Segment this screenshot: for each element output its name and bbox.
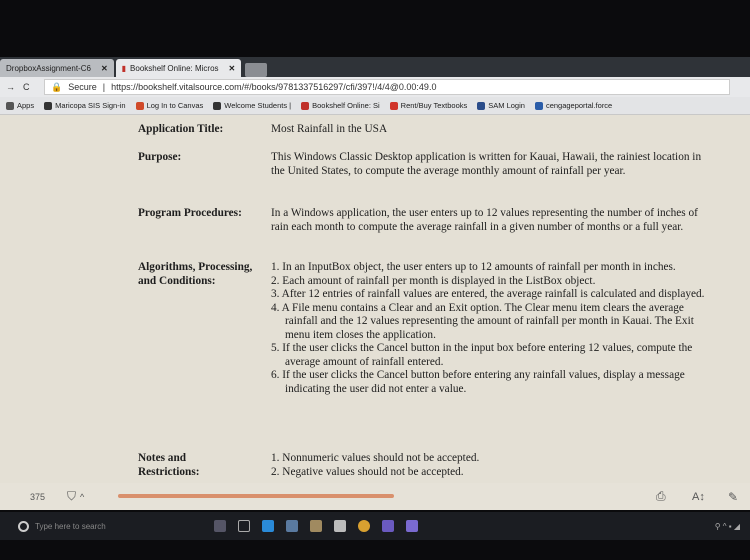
value: Most Rainfall in the USA	[271, 123, 388, 135]
url-input[interactable]: 🔒 Secure | https://bookshelf.vitalsource.co…	[44, 79, 730, 95]
bookmark-favicon-icon	[389, 102, 398, 110]
bookmark-item[interactable]: SAM Login	[477, 101, 525, 110]
list-item: 1. Nonnumeric values should not be accep…	[271, 452, 480, 464]
algorithm-list: 1. In an InputBox object, the user enter…	[271, 261, 708, 396]
value: This Windows Classic Desktop application…	[271, 151, 702, 177]
bookmark-item[interactable]: Log In to Canvas	[135, 100, 204, 110]
tab-dropbox[interactable]: DropboxAssignment-C6 ✕	[0, 59, 114, 77]
lock-icon: 🔒	[51, 81, 63, 92]
tab-label: DropboxAssignment-C6	[6, 63, 91, 73]
label: Purpose:	[138, 151, 182, 163]
label: Notes and Restrictions:	[138, 452, 200, 478]
progress-fill	[118, 494, 394, 498]
bookmark-item[interactable]: Maricopa SIS Sign-in	[44, 100, 126, 110]
close-icon[interactable]: ✕	[101, 64, 108, 73]
mail-icon[interactable]	[334, 520, 346, 532]
close-icon[interactable]: ✕	[229, 64, 236, 73]
divider: |	[102, 82, 106, 92]
bookmarks-bar: Apps Maricopa SIS Sign-in Log In to Canvas…	[0, 97, 750, 115]
tab-label: Bookshelf Online: Micros	[130, 63, 219, 73]
bookmark-favicon-icon	[534, 102, 543, 110]
new-tab-button[interactable]	[245, 63, 268, 77]
print-icon[interactable]: ⎙	[656, 489, 666, 504]
bookmark-item[interactable]: Bookshelf Online: Si	[301, 101, 380, 110]
url-text: https://bookshelf.vitalsource.com/#/book…	[111, 82, 437, 92]
edge-icon[interactable]	[262, 520, 274, 532]
application-title-row: Application Title: Most Rainfall in the U…	[138, 123, 708, 137]
visual-studio-alt-icon[interactable]	[406, 520, 418, 532]
address-bar-row: → C 🔒 Secure | https://bookshelf.vitalsource…	[0, 77, 750, 97]
microphone-icon[interactable]	[214, 520, 226, 532]
tab-strip: DropboxAssignment-C6 ✕ ▮ Bookshelf Online:…	[0, 57, 750, 77]
list-item: 1. In an InputBox object, the user enter…	[271, 261, 676, 273]
algorithms-row: Algorithms, Processing, and Conditions: 1…	[138, 261, 708, 396]
list-item: 6. If the user clicks the Cancel button …	[271, 369, 685, 395]
forward-icon[interactable]: →	[6, 82, 15, 92]
bookmark-label: Rent/Buy Textbooks	[400, 100, 468, 110]
list-item: 5. If the user clicks the Cancel button …	[271, 342, 693, 368]
bookmark-label: cengageportal.force	[545, 100, 613, 110]
bookmark-label: Welcome Students |	[224, 100, 292, 110]
notes-list: 1. Nonnumeric values should not be accep…	[271, 452, 708, 479]
bookmark-item[interactable]: cengageportal.force	[534, 100, 613, 110]
bookshelf-icon: ▮	[121, 63, 127, 73]
list-item: 4. A File menu contains a Clear and an E…	[271, 301, 694, 341]
bookmark-favicon-icon	[135, 102, 144, 110]
bookmark-label: Bookshelf Online: Si	[312, 100, 380, 110]
bookmark-label: SAM Login	[488, 100, 525, 110]
purpose-row: Purpose: This Windows Classic Desktop app…	[138, 151, 708, 178]
bookmark-item[interactable]: Apps	[6, 101, 34, 110]
reader-toolbar: 375 ⛉ ^ ⎙ A↕ ✎	[0, 483, 750, 510]
list-item: 2. Each amount of rainfall per month is …	[271, 274, 596, 287]
bookmark-favicon-icon	[477, 102, 486, 110]
highlighter-icon[interactable]: ✎	[728, 490, 738, 504]
list-item: 3. After 12 entries of rainfall values a…	[271, 288, 705, 300]
chevron-up-icon[interactable]: ^	[80, 492, 84, 502]
bookmark-label: Maricopa SIS Sign-in	[55, 100, 126, 110]
value: In a Windows application, the user enter…	[271, 207, 698, 233]
task-view-icon[interactable]	[238, 520, 250, 532]
label: Application Title:	[138, 123, 224, 135]
label: Program Procedures:	[138, 207, 242, 219]
notes-row: Notes and Restrictions: 1. Nonnumeric val…	[138, 452, 708, 479]
bookmark-favicon-icon	[6, 102, 14, 110]
taskbar: Type here to search ⚲ ^ ▪ ◢	[0, 512, 750, 540]
visual-studio-icon[interactable]	[382, 520, 394, 532]
bookmark-label: Apps	[17, 100, 35, 110]
system-tray-icons[interactable]: ⚲ ^ ▪ ◢	[715, 522, 740, 531]
chrome-icon[interactable]	[358, 520, 370, 532]
store-icon[interactable]	[310, 520, 322, 532]
search-placeholder: Type here to search	[35, 521, 106, 531]
bookmark-item[interactable]: Rent/Buy Textbooks	[389, 100, 468, 110]
program-procedures-row: Program Procedures: In a Windows applicat…	[138, 207, 708, 234]
file-explorer-icon[interactable]	[286, 520, 298, 532]
book-page: Application Title: Most Rainfall in the U…	[0, 115, 750, 483]
secure-label: Secure	[68, 82, 97, 92]
text-size-icon[interactable]: A↕	[692, 491, 705, 503]
label: Algorithms, Processing, and Conditions:	[138, 261, 253, 287]
bookmark-favicon-icon	[44, 102, 53, 110]
list-item: 2. Negative values should not be accepte…	[271, 465, 464, 478]
bookmark-icon[interactable]: ⛉	[67, 489, 76, 504]
reading-progress-bar[interactable]	[118, 494, 648, 498]
cortana-icon	[18, 520, 29, 532]
taskbar-search[interactable]: Type here to search	[18, 520, 208, 532]
tab-bookshelf[interactable]: ▮ Bookshelf Online: Micros ✕	[115, 59, 242, 77]
bookmark-favicon-icon	[301, 102, 310, 110]
bookmark-label: Log In to Canvas	[146, 100, 204, 110]
bookmark-favicon-icon	[213, 102, 222, 110]
page-number[interactable]: 375	[30, 492, 45, 502]
bookmark-item[interactable]: Welcome Students |	[213, 101, 291, 110]
reload-icon[interactable]: C	[23, 82, 30, 92]
